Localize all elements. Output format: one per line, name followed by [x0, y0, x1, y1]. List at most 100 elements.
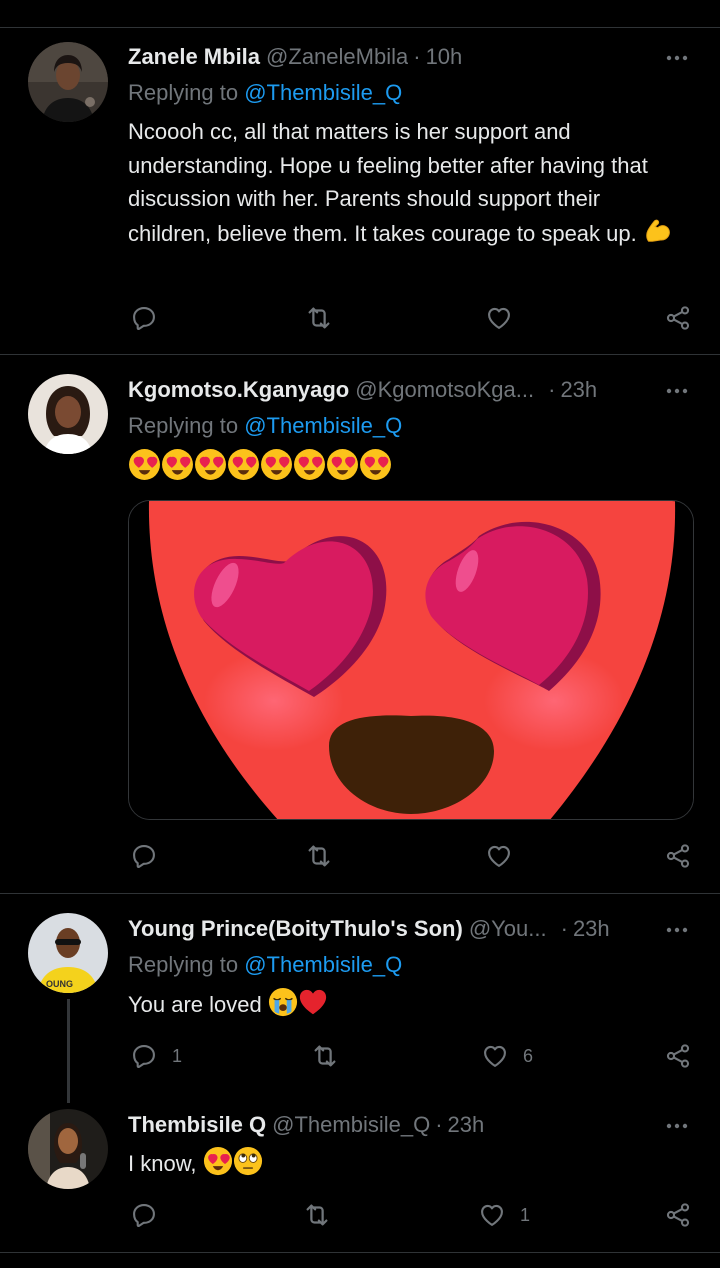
- more-icon[interactable]: [664, 378, 690, 404]
- retweet-icon: [304, 303, 334, 333]
- reply-button[interactable]: [130, 841, 158, 871]
- timestamp[interactable]: 10h: [426, 44, 463, 70]
- share-button[interactable]: [664, 303, 692, 333]
- retweet-button[interactable]: [302, 1200, 332, 1230]
- heart-eyes-emoji: [128, 448, 161, 481]
- like-button[interactable]: [485, 841, 513, 871]
- share-icon: [664, 1042, 692, 1070]
- heart-eyes-emoji: [161, 448, 194, 481]
- tweet-header: Young Prince(BoityThulo's Son) @You... ·…: [128, 916, 660, 946]
- mention-link[interactable]: @Thembisile_Q: [244, 952, 402, 977]
- replying-prefix: Replying to: [128, 952, 245, 977]
- tweet-young-prince[interactable]: OUNG Young Prince(BoityThulo's Son) @You…: [0, 893, 720, 1103]
- like-button[interactable]: [485, 303, 513, 333]
- more-icon[interactable]: [664, 917, 690, 943]
- separator: ·: [435, 1112, 443, 1137]
- share-button[interactable]: [664, 841, 692, 871]
- loudly-crying-emoji: [268, 987, 298, 1017]
- tweet-header: Thembisile Q @Thembisile_Q · 23h: [128, 1112, 660, 1142]
- retweet-button[interactable]: [310, 1041, 340, 1071]
- red-heart-emoji: [298, 987, 328, 1017]
- share-icon: [664, 304, 692, 332]
- heart-eyes-emoji: [359, 448, 392, 481]
- display-name[interactable]: Thembisile Q: [128, 1112, 266, 1138]
- user-handle[interactable]: @Thembisile_Q: [272, 1112, 430, 1138]
- display-name[interactable]: Young Prince(BoityThulo's Son): [128, 916, 463, 942]
- like-button[interactable]: 6: [481, 1041, 533, 1071]
- action-bar: [128, 841, 694, 871]
- share-button[interactable]: [664, 1041, 692, 1071]
- tweet-text: Ncoooh cc, all that matters is her suppo…: [128, 115, 673, 250]
- retweet-button[interactable]: [304, 841, 334, 871]
- mention-link[interactable]: @Thembisile_Q: [244, 413, 402, 438]
- heart-eyes-emoji: [203, 1146, 233, 1176]
- retweet-button[interactable]: [304, 303, 334, 333]
- mention-link[interactable]: @Thembisile_Q: [244, 80, 402, 105]
- like-icon: [481, 1042, 509, 1070]
- separator: ·: [548, 377, 556, 402]
- timestamp[interactable]: 23h: [573, 916, 610, 942]
- emoji-row: [128, 448, 673, 482]
- tweet-text: I know,: [128, 1146, 673, 1181]
- action-bar: 1: [128, 1200, 694, 1230]
- display-name[interactable]: Zanele Mbila: [128, 44, 260, 70]
- heart-eyes-emoji: [194, 448, 227, 481]
- avatar[interactable]: [28, 1109, 108, 1189]
- retweet-icon: [310, 1041, 340, 1071]
- like-button[interactable]: 1: [478, 1200, 530, 1230]
- tweet-thembisile[interactable]: Thembisile Q @Thembisile_Q · 23h I know,…: [0, 1088, 720, 1252]
- action-bar: 1 6: [128, 1041, 694, 1071]
- reply-icon: [130, 304, 158, 332]
- tweet-text: You are loved: [128, 987, 673, 1022]
- tweet-text-content: You are loved: [128, 992, 262, 1017]
- bottom-divider: [0, 1252, 720, 1253]
- timestamp[interactable]: 23h: [560, 377, 597, 403]
- tweet-text-content: I know,: [128, 1151, 197, 1176]
- media-image[interactable]: [128, 500, 694, 820]
- share-icon: [664, 1201, 692, 1229]
- more-icon[interactable]: [664, 45, 690, 71]
- share-icon: [664, 842, 692, 870]
- heart-eyes-emoji: [227, 448, 260, 481]
- reply-button[interactable]: [130, 1200, 158, 1230]
- reply-icon: [130, 842, 158, 870]
- display-name[interactable]: Kgomotso.Kganyago: [128, 377, 349, 403]
- retweet-icon: [304, 841, 334, 871]
- share-button[interactable]: [664, 1200, 692, 1230]
- reply-count: 1: [172, 1045, 183, 1066]
- reply-button[interactable]: [130, 303, 158, 333]
- heart-eyes-emoji: [293, 448, 326, 481]
- separator: ·: [413, 44, 421, 69]
- avatar[interactable]: [28, 374, 108, 454]
- avatar[interactable]: [28, 42, 108, 122]
- like-icon: [478, 1201, 506, 1229]
- reply-icon: [130, 1201, 158, 1229]
- replying-prefix: Replying to: [128, 80, 245, 105]
- user-handle[interactable]: @KgomotsoKga...: [355, 377, 534, 403]
- like-icon: [485, 304, 513, 332]
- user-handle[interactable]: @ZaneleMbila: [266, 44, 408, 70]
- retweet-icon: [302, 1200, 332, 1230]
- replying-prefix: Replying to: [128, 413, 245, 438]
- more-icon[interactable]: [664, 1113, 690, 1139]
- replying-to: Replying to @Thembisile_Q: [128, 413, 402, 439]
- like-count: 1: [520, 1204, 531, 1225]
- tweet-kgomotso[interactable]: Kgomotso.Kganyago @KgomotsoKga... · 23h …: [0, 354, 720, 893]
- reply-icon: [130, 1042, 158, 1070]
- user-handle[interactable]: @You...: [469, 916, 547, 942]
- tweet-zanele[interactable]: Zanele Mbila @ZaneleMbila · 10h Replying…: [0, 0, 720, 354]
- heart-eyes-emoji: [260, 448, 293, 481]
- reply-button[interactable]: 1: [130, 1041, 182, 1071]
- svg-text:OUNG: OUNG: [46, 979, 73, 989]
- replying-to: Replying to @Thembisile_Q: [128, 952, 402, 978]
- tweet-header: Kgomotso.Kganyago @KgomotsoKga... · 23h: [128, 377, 660, 407]
- timestamp[interactable]: 23h: [448, 1112, 485, 1138]
- heart-eyes-emoji: [326, 448, 359, 481]
- flexed-biceps-emoji: [643, 216, 673, 246]
- like-count: 6: [523, 1045, 534, 1066]
- separator: ·: [560, 916, 568, 941]
- tweet-header: Zanele Mbila @ZaneleMbila · 10h: [128, 44, 660, 74]
- action-bar: [128, 303, 694, 333]
- avatar[interactable]: OUNG: [28, 913, 108, 993]
- tweet-text-content: Ncoooh cc, all that matters is her suppo…: [128, 119, 648, 246]
